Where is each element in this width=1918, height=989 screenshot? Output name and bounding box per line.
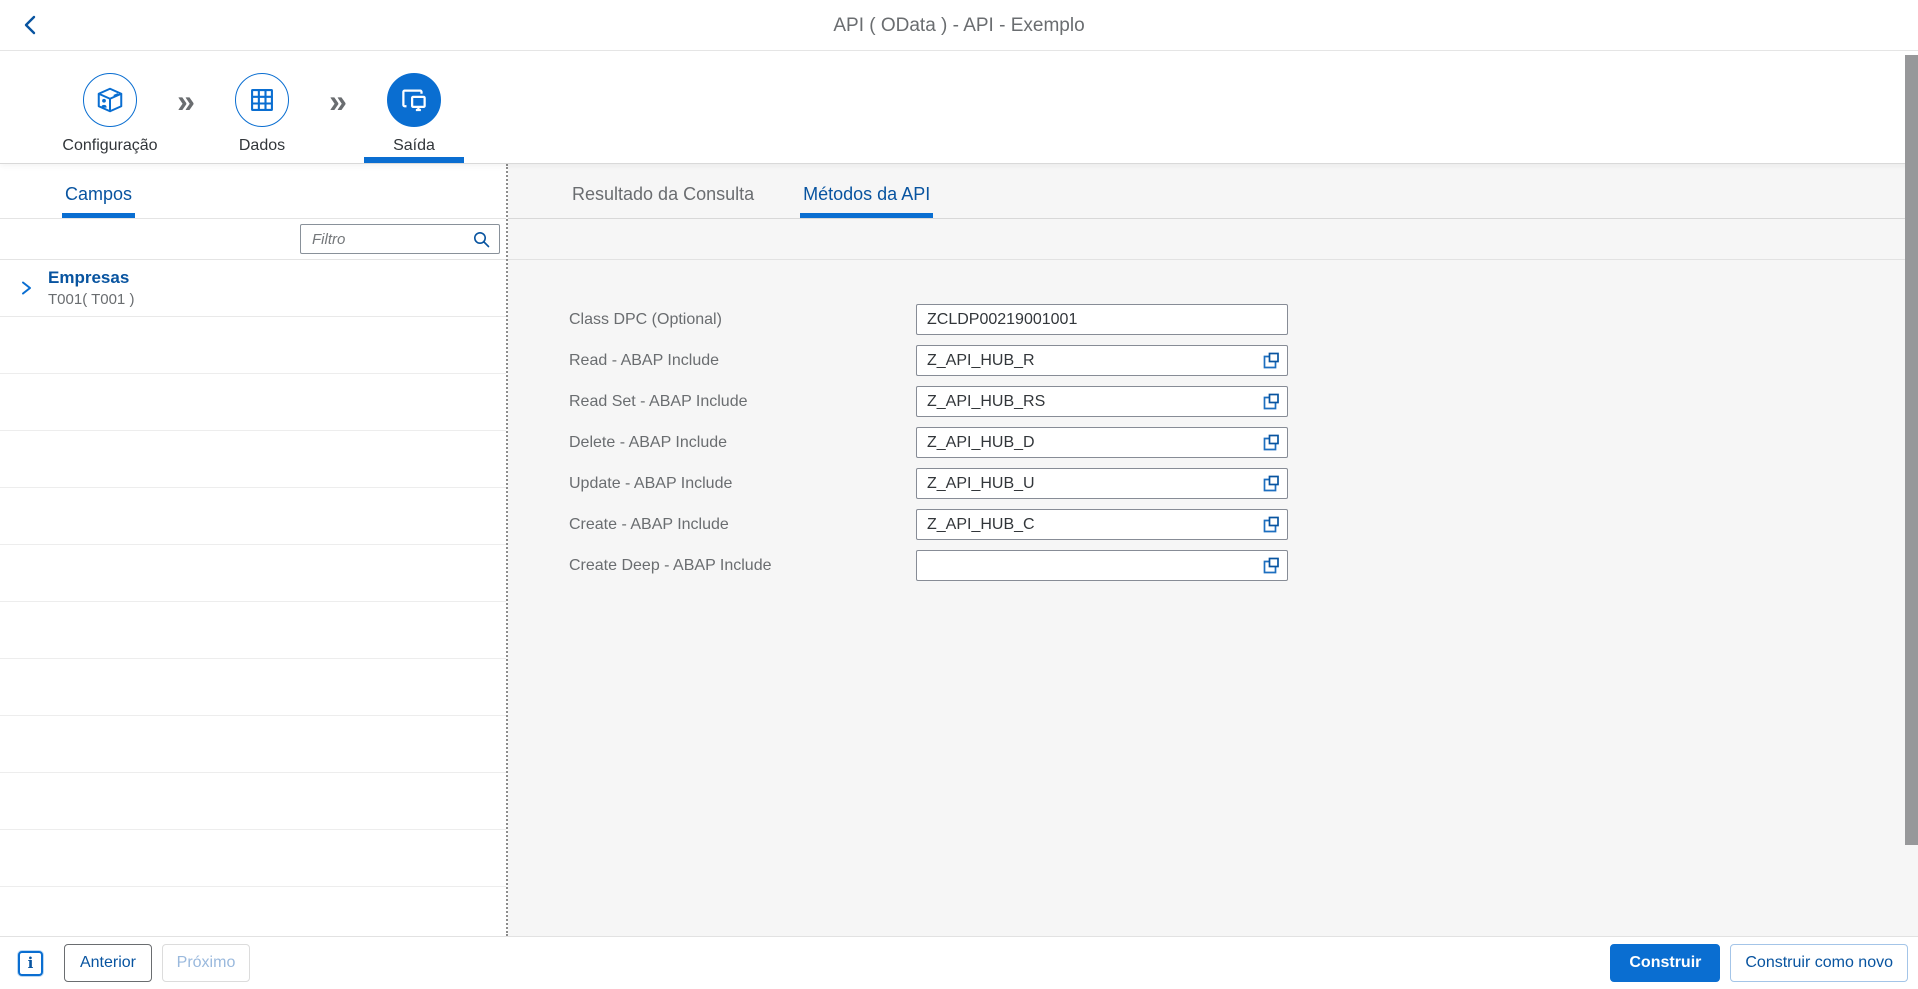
empty-list-area	[0, 317, 506, 936]
left-panel: Campos Empresas T001( T001 )	[0, 164, 508, 936]
step-label: Saída	[393, 137, 435, 155]
create-deep-include-input[interactable]	[916, 550, 1288, 581]
empty-list-row	[0, 317, 506, 374]
proximo-button[interactable]: Próximo	[162, 944, 250, 982]
value-help-icon[interactable]	[1261, 392, 1281, 412]
tree-item-title: Empresas	[48, 268, 134, 288]
page-header: API ( OData ) - API - Exemplo	[0, 0, 1918, 51]
class-dpc-input[interactable]	[916, 304, 1288, 335]
form-row: Read Set - ABAP Include	[569, 386, 1918, 417]
field-wrap	[916, 304, 1288, 335]
form-row: Read - ABAP Include	[569, 345, 1918, 376]
scrollbar-thumb[interactable]	[1905, 55, 1918, 845]
filter-field	[300, 224, 500, 254]
page-title: API ( OData ) - API - Exemplo	[0, 0, 1918, 51]
tab-metodos-da-api[interactable]: Métodos da API	[800, 184, 933, 218]
empty-list-row	[0, 659, 506, 716]
right-panel: Resultado da Consulta Métodos da API Cla…	[508, 164, 1918, 936]
tab-campos[interactable]: Campos	[62, 184, 135, 218]
field-label: Create Deep - ABAP Include	[569, 557, 916, 575]
tab-resultado-da-consulta[interactable]: Resultado da Consulta	[569, 184, 757, 218]
empty-list-row	[0, 602, 506, 659]
field-wrap	[916, 386, 1288, 417]
value-help-icon[interactable]	[1261, 556, 1281, 576]
step-separator-icon: »	[166, 85, 206, 163]
step-circle	[235, 73, 289, 127]
value-help-icon[interactable]	[1261, 351, 1281, 371]
read-set-include-input[interactable]	[916, 386, 1288, 417]
value-help-icon[interactable]	[1261, 515, 1281, 535]
empty-list-row	[0, 431, 506, 488]
construir-button[interactable]: Construir	[1610, 944, 1720, 982]
filter-row	[0, 219, 506, 260]
field-wrap	[916, 468, 1288, 499]
footer-right-actions: Construir Construir como novo	[1610, 944, 1908, 982]
field-wrap	[916, 345, 1288, 376]
value-help-icon[interactable]	[1261, 433, 1281, 453]
chevron-right-icon[interactable]	[19, 280, 33, 296]
field-label: Read Set - ABAP Include	[569, 393, 916, 411]
wizard-step-configuracao[interactable]: Configuração	[54, 51, 166, 163]
wizard-step-dados[interactable]: Dados	[206, 51, 318, 163]
step-circle	[83, 73, 137, 127]
field-label: Update - ABAP Include	[569, 475, 916, 493]
tree-item-empresas[interactable]: Empresas T001( T001 )	[0, 260, 506, 317]
field-label: Delete - ABAP Include	[569, 434, 916, 452]
tree-item-subtitle: T001( T001 )	[48, 291, 134, 308]
vertical-scrollbar[interactable]	[1905, 51, 1918, 989]
information-icon[interactable]: i	[18, 951, 43, 976]
value-help-icon[interactable]	[1261, 474, 1281, 494]
form-row: Update - ABAP Include	[569, 468, 1918, 499]
read-include-input[interactable]	[916, 345, 1288, 376]
filter-input[interactable]	[301, 231, 473, 248]
step-label: Dados	[239, 137, 285, 155]
update-include-input[interactable]	[916, 468, 1288, 499]
form-row: Class DPC (Optional)	[569, 304, 1918, 335]
left-tab-strip: Campos	[0, 164, 506, 219]
form-row: Create Deep - ABAP Include	[569, 550, 1918, 581]
toolbar-row	[508, 219, 1918, 260]
step-circle	[387, 73, 441, 127]
wizard-bar: Configuração » Dados » Saída	[0, 51, 1918, 164]
empty-list-row	[0, 488, 506, 545]
delete-include-input[interactable]	[916, 427, 1288, 458]
field-wrap	[916, 550, 1288, 581]
grid-table-icon	[248, 86, 276, 114]
wizard-step-saida[interactable]: Saída	[358, 51, 470, 163]
empty-list-row	[0, 716, 506, 773]
step-separator-icon: »	[318, 85, 358, 163]
empty-list-row	[0, 374, 506, 431]
field-label: Read - ABAP Include	[569, 352, 916, 370]
screens-icon	[399, 85, 429, 115]
field-label: Class DPC (Optional)	[569, 311, 916, 329]
empty-list-row	[0, 887, 506, 936]
chevron-left-icon	[21, 14, 41, 36]
api-methods-form: Class DPC (Optional) Read - ABAP Include…	[508, 260, 1918, 581]
create-include-input[interactable]	[916, 509, 1288, 540]
tree-item-texts: Empresas T001( T001 )	[48, 268, 134, 308]
form-row: Create - ABAP Include	[569, 509, 1918, 540]
step-label: Configuração	[62, 137, 157, 155]
construir-como-novo-button[interactable]: Construir como novo	[1730, 944, 1908, 982]
empty-list-row	[0, 545, 506, 602]
right-tab-strip: Resultado da Consulta Métodos da API	[508, 164, 1918, 219]
empty-list-row	[0, 830, 506, 887]
anterior-button[interactable]: Anterior	[64, 944, 152, 982]
field-wrap	[916, 427, 1288, 458]
back-button[interactable]	[16, 10, 46, 40]
form-row: Delete - ABAP Include	[569, 427, 1918, 458]
field-label: Create - ABAP Include	[569, 516, 916, 534]
search-icon[interactable]	[473, 231, 490, 248]
footer-bar: i Anterior Próximo Construir Construir c…	[0, 936, 1918, 989]
product-box-icon	[95, 85, 125, 115]
empty-list-row	[0, 773, 506, 830]
content-area: Campos Empresas T001( T001 ) Resultado d…	[0, 164, 1918, 936]
field-wrap	[916, 509, 1288, 540]
